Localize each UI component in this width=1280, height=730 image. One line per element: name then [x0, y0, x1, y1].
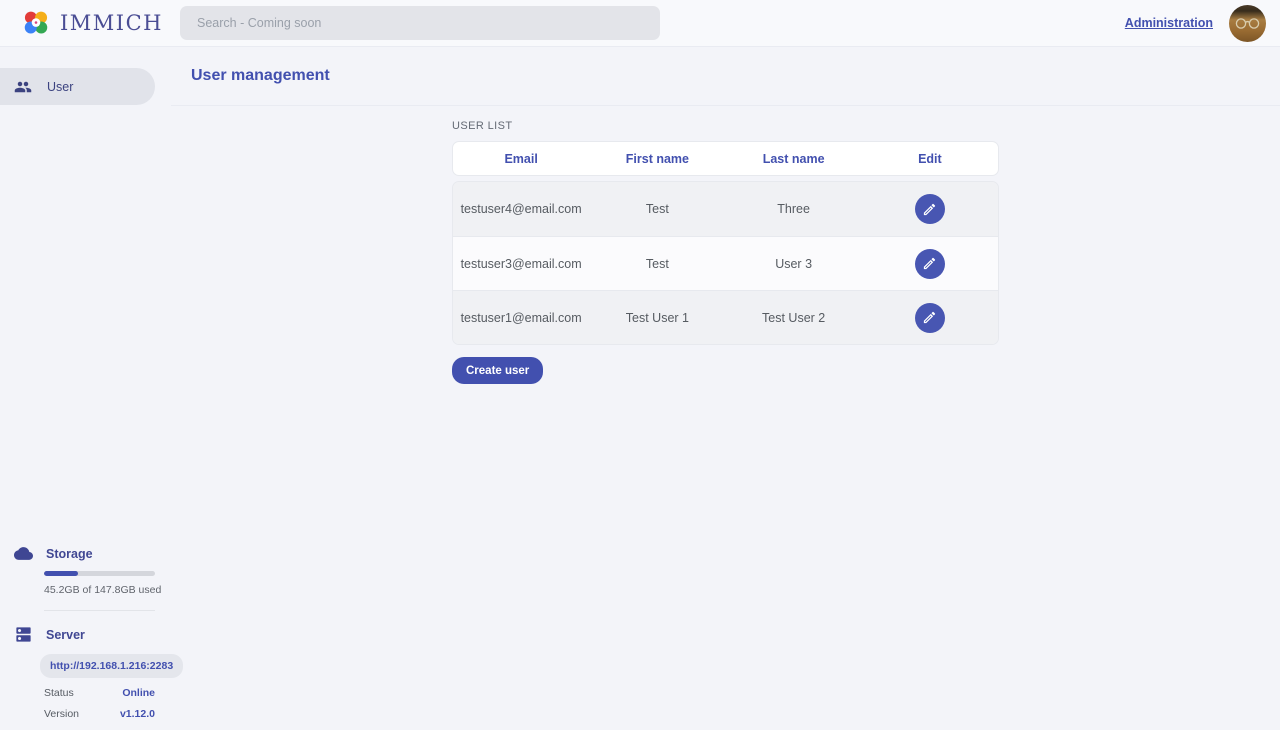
edit-user-button[interactable]	[915, 194, 945, 224]
cell-last-name: Three	[726, 202, 862, 216]
pencil-icon	[922, 310, 937, 325]
admin-sidebar: User Storage 45.2GB of 147.8GB used	[0, 47, 171, 730]
cloud-icon	[14, 544, 33, 563]
create-user-button[interactable]: Create user	[452, 357, 543, 384]
sidebar-item-user[interactable]: User	[0, 68, 155, 105]
cell-last-name: Test User 2	[726, 311, 862, 325]
server-url-badge: http://192.168.1.216:2283	[40, 654, 183, 678]
administration-link[interactable]: Administration	[1125, 16, 1213, 30]
page-title: User management	[191, 67, 330, 85]
storage-progress-fill	[44, 571, 78, 576]
storage-section-header: Storage	[0, 544, 171, 563]
sidebar-bottom: Storage 45.2GB of 147.8GB used Server	[0, 544, 171, 720]
users-icon	[14, 78, 32, 96]
server-status-row: Status Online	[44, 687, 155, 699]
pencil-icon	[922, 256, 937, 271]
server-title: Server	[46, 628, 85, 642]
cell-edit	[862, 303, 998, 333]
user-list-section: USER LIST Email First name Last name Edi…	[452, 120, 999, 384]
table-row: testuser1@email.com Test User 1 Test Use…	[453, 290, 998, 344]
server-version-label: Version	[44, 708, 79, 720]
cell-last-name: User 3	[726, 257, 862, 271]
cell-first-name: Test User 1	[589, 311, 725, 325]
navbar-right: Administration	[1125, 5, 1280, 42]
edit-user-button[interactable]	[915, 303, 945, 333]
search-input[interactable]	[180, 6, 660, 40]
edit-user-button[interactable]	[915, 249, 945, 279]
cell-first-name: Test	[589, 257, 725, 271]
cell-email: testuser4@email.com	[453, 202, 589, 216]
server-status-value: Online	[122, 687, 155, 699]
user-list-label: USER LIST	[452, 120, 999, 132]
cell-email: testuser1@email.com	[453, 311, 589, 325]
storage-usage-text: 45.2GB of 147.8GB used	[44, 584, 171, 596]
user-table-header: Email First name Last name Edit	[452, 141, 999, 176]
table-row: testuser4@email.com Test Three	[453, 182, 998, 236]
server-status-label: Status	[44, 687, 74, 699]
pencil-icon	[922, 202, 937, 217]
cell-edit	[862, 194, 998, 224]
sidebar-item-user-label: User	[47, 80, 73, 94]
user-table-body: testuser4@email.com Test Three t	[452, 181, 999, 345]
server-version-value: v1.12.0	[120, 708, 155, 720]
glasses-photo	[1234, 17, 1261, 30]
column-header-edit: Edit	[862, 152, 998, 166]
column-header-first-name: First name	[589, 152, 725, 166]
brand[interactable]: IMMICH	[21, 8, 163, 38]
cell-first-name: Test	[589, 202, 725, 216]
server-section-header: Server	[0, 625, 171, 644]
main-header: User management	[171, 47, 1280, 106]
layout: User Storage 45.2GB of 147.8GB used	[0, 47, 1280, 730]
brand-name: IMMICH	[60, 11, 163, 35]
cell-email: testuser3@email.com	[453, 257, 589, 271]
column-header-email: Email	[453, 152, 589, 166]
user-avatar[interactable]	[1229, 5, 1266, 42]
immich-admin-page: IMMICH Administration	[0, 0, 1280, 730]
main-area: User management USER LIST Email First na…	[171, 47, 1280, 730]
sidebar-divider	[44, 610, 155, 611]
top-navbar: IMMICH Administration	[0, 0, 1280, 47]
storage-progress-bar	[44, 571, 155, 576]
column-header-last-name: Last name	[726, 152, 862, 166]
server-icon	[14, 625, 33, 644]
immich-logo-icon	[21, 8, 51, 38]
storage-title: Storage	[46, 547, 93, 561]
table-row: testuser3@email.com Test User 3	[453, 236, 998, 290]
server-version-row: Version v1.12.0	[44, 708, 155, 720]
cell-edit	[862, 249, 998, 279]
